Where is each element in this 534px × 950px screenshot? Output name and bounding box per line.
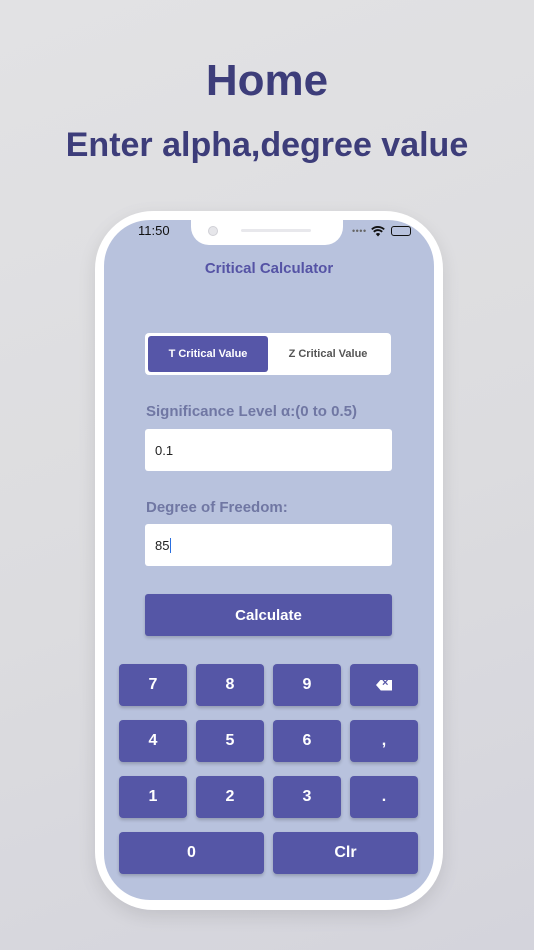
key-decimal[interactable]: . [350,776,418,818]
promo-title: Home [205,56,329,105]
promo-subtitle: Enter alpha,degree value [65,126,469,164]
tab-t-critical-value[interactable]: T Critical Value [148,336,268,372]
key-3[interactable]: 3 [273,776,341,818]
degree-input[interactable]: 85 [145,524,392,566]
key-7[interactable]: 7 [119,664,187,706]
significance-value: 0.1 [155,442,174,458]
clear-key[interactable]: Clr [273,832,418,874]
key-2[interactable]: 2 [196,776,264,818]
status-time: 11:50 [138,223,170,238]
status-icons: • • • • [352,224,412,238]
calculate-button[interactable]: Calculate [145,594,392,636]
key-4[interactable]: 4 [119,720,187,762]
wifi-icon [371,225,385,236]
text-caret [170,537,172,553]
tab-z-critical-value[interactable]: Z Critical Value [268,336,388,372]
key-8[interactable]: 8 [196,664,264,706]
key-5[interactable]: 5 [196,720,264,762]
signal-dots-icon: • • • • [352,226,366,236]
camera-icon [208,226,218,236]
key-comma[interactable]: , [350,720,418,762]
backspace-icon [376,679,392,691]
key-6[interactable]: 6 [273,720,341,762]
backspace-key[interactable] [350,664,418,706]
phone-notch [191,218,343,245]
speaker-grille [241,229,311,232]
degree-label: Degree of Freedom: [146,499,288,516]
significance-input[interactable]: 0.1 [145,429,392,471]
significance-label: Significance Level α:(0 to 0.5) [146,403,357,420]
key-9[interactable]: 9 [273,664,341,706]
key-0[interactable]: 0 [119,832,264,874]
app-title: Critical Calculator [204,260,334,277]
key-1[interactable]: 1 [119,776,187,818]
degree-value: 85 [155,537,170,553]
battery-icon [391,226,412,236]
calc-type-segmented-control: T Critical Value Z Critical Value [145,333,391,375]
